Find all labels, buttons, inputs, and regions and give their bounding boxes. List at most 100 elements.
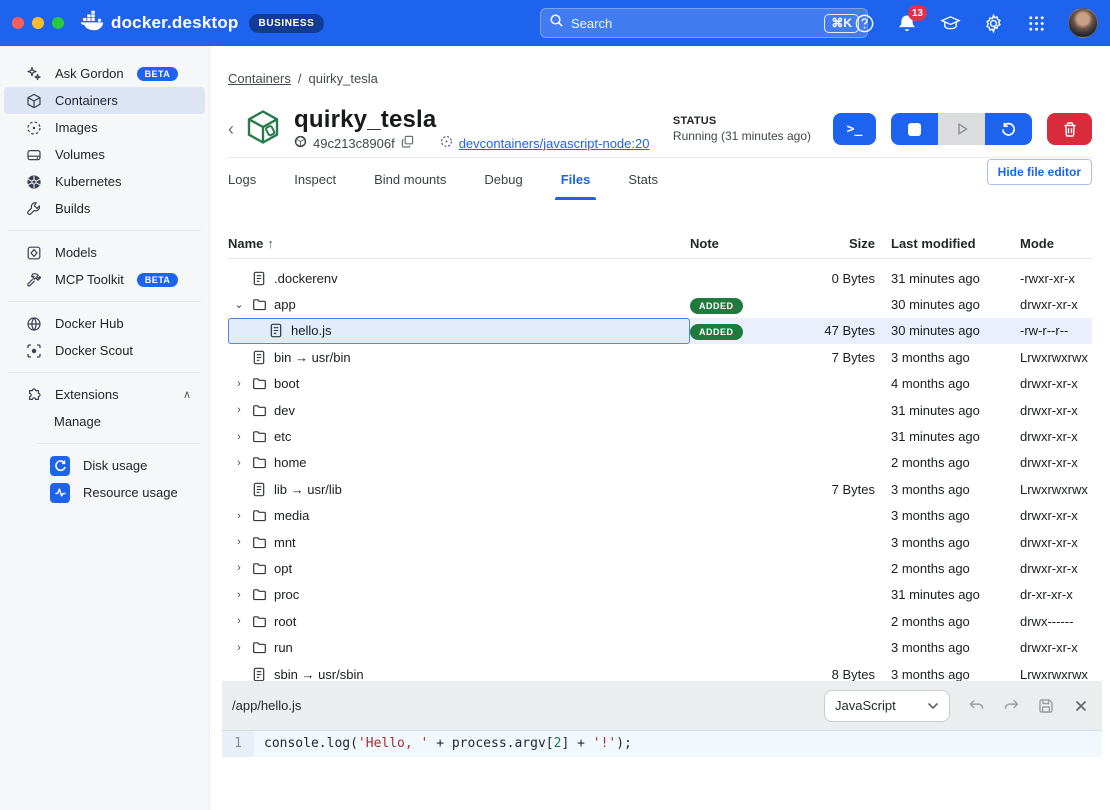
sidebar-item-ask-gordon[interactable]: Ask Gordon BETA	[4, 60, 205, 87]
sidebar-item-builds[interactable]: Builds	[4, 195, 205, 222]
user-avatar[interactable]	[1068, 8, 1098, 38]
modified-cell: 4 months ago	[875, 376, 1004, 391]
language-select[interactable]: JavaScript	[824, 690, 950, 722]
expand-chevron-icon[interactable]: ›⌄	[234, 562, 244, 574]
sidebar-item-extensions[interactable]: Extensions ∧	[4, 381, 205, 408]
expand-chevron-icon[interactable]: ›⌄	[234, 404, 244, 416]
stop-button[interactable]	[891, 113, 938, 145]
file-icon	[251, 481, 267, 497]
file-row[interactable]: ›⌄ mnt 3 months ago drwxr-xr-x	[228, 529, 1092, 555]
notifications-bell-icon[interactable]: 13	[896, 12, 918, 34]
breadcrumb-current: quirky_tesla	[309, 71, 378, 86]
docker-logo: docker.desktop	[80, 10, 239, 37]
file-row[interactable]: ›⌄ media 3 months ago drwxr-xr-x	[228, 503, 1092, 529]
copy-icon[interactable]	[401, 135, 414, 151]
mode-cell: drwxr-xr-x	[1004, 640, 1092, 655]
image-link[interactable]: devcontainers/javascript-node:20	[459, 136, 650, 151]
breadcrumb-containers-link[interactable]: Containers	[228, 71, 291, 86]
column-header-note[interactable]: Note	[690, 236, 785, 251]
expand-chevron-icon[interactable]: ›⌄	[234, 457, 244, 469]
tab[interactable]: Files	[561, 158, 591, 200]
modified-cell: 3 months ago	[875, 667, 1004, 682]
tab[interactable]: Bind mounts	[374, 158, 446, 200]
file-row[interactable]: ›⌄ boot 4 months ago drwxr-xr-x	[228, 371, 1092, 397]
editor-header: /app/hello.js JavaScript	[222, 681, 1102, 731]
apps-grid-icon[interactable]	[1025, 12, 1047, 34]
sidebar-item-label: Models	[55, 245, 97, 260]
file-row[interactable]: ›⌄ .dockerenv 0 Bytes 31 minutes ago -rw…	[228, 265, 1092, 291]
minimize-window-button[interactable]	[32, 17, 44, 29]
modified-cell: 31 minutes ago	[875, 587, 1004, 602]
sidebar-item-disk-usage[interactable]: Disk usage	[4, 452, 205, 479]
tab[interactable]: Logs	[228, 158, 256, 200]
file-row[interactable]: ›⌄ sbin → usr/sbin 8 Bytes 3 months ago …	[228, 661, 1092, 682]
file-row[interactable]: ›⌄ home 2 months ago drwxr-xr-x	[228, 450, 1092, 476]
expand-chevron-icon[interactable]: ›⌄	[234, 615, 244, 627]
expand-chevron-icon[interactable]: ›⌄	[234, 510, 244, 522]
sidebar-item-label: Containers	[55, 93, 118, 108]
expand-chevron-icon[interactable]: ›⌄	[234, 431, 244, 443]
sidebar-item-docker-scout[interactable]: Docker Scout	[4, 337, 205, 364]
delete-button[interactable]	[1047, 113, 1092, 145]
file-row[interactable]: ›⌄ lib → usr/lib 7 Bytes 3 months ago Lr…	[228, 476, 1092, 502]
sidebar-item-resource-usage[interactable]: Resource usage	[4, 479, 205, 506]
tab[interactable]: Inspect	[294, 158, 336, 200]
search-input[interactable]: Search ⌘K	[540, 8, 868, 38]
file-row[interactable]: ›⌄ bin → usr/bin 7 Bytes 3 months ago Lr…	[228, 344, 1092, 370]
redo-button[interactable]	[1002, 697, 1020, 715]
file-editor-panel: /app/hello.js JavaScript 1 console.log('…	[222, 681, 1102, 757]
kubernetes-helm-icon	[25, 173, 42, 190]
expand-chevron-icon[interactable]: ›⌄	[234, 589, 244, 601]
file-row[interactable]: ›⌄ dev 31 minutes ago drwxr-xr-x	[228, 397, 1092, 423]
package-updates-icon[interactable]	[939, 12, 961, 34]
tab[interactable]: Debug	[484, 158, 522, 200]
sidebar-item-images[interactable]: Images	[4, 114, 205, 141]
sidebar-item-containers[interactable]: Containers	[4, 87, 205, 114]
save-button[interactable]	[1037, 697, 1055, 715]
column-header-mode[interactable]: Mode	[1004, 236, 1092, 251]
expand-chevron-icon[interactable]: ›⌄	[234, 378, 244, 390]
start-button-disabled[interactable]	[938, 113, 985, 145]
container-meta: 49c213c8906f devcontainers/javascript-no…	[294, 135, 649, 151]
expand-chevron-icon[interactable]: ›⌄	[234, 536, 244, 548]
file-name-cell: ›⌄ boot	[228, 371, 690, 397]
modified-cell: 31 minutes ago	[875, 429, 1004, 444]
tab[interactable]: Stats	[628, 158, 658, 200]
expand-chevron-icon[interactable]: ›⌄	[234, 642, 244, 654]
tab-label: Inspect	[294, 172, 336, 187]
file-row[interactable]: ›⌄ hello.js ADDED 47 Bytes 30 minutes ag…	[228, 318, 1092, 344]
settings-gear-icon[interactable]	[982, 12, 1004, 34]
restart-icon	[1000, 121, 1017, 138]
hide-file-editor-button[interactable]: Hide file editor	[987, 159, 1092, 185]
code-editor[interactable]: 1 console.log('Hello, ' + process.argv[2…	[222, 731, 1102, 757]
open-terminal-button[interactable]: >_	[833, 113, 876, 145]
close-editor-icon[interactable]	[1072, 697, 1090, 715]
column-header-name[interactable]: Name↑	[228, 236, 690, 251]
column-header-modified[interactable]: Last modified	[875, 236, 1004, 251]
help-icon[interactable]	[853, 12, 875, 34]
sidebar-item-kubernetes[interactable]: Kubernetes	[4, 168, 205, 195]
file-row[interactable]: ›⌄ root 2 months ago drwx------	[228, 608, 1092, 634]
file-row[interactable]: ›⌄ run 3 months ago drwxr-xr-x	[228, 634, 1092, 660]
sidebar-item-models[interactable]: Models	[4, 239, 205, 266]
back-chevron-icon[interactable]: ‹	[228, 120, 234, 138]
search-icon	[549, 13, 564, 33]
sidebar-item-volumes[interactable]: Volumes	[4, 141, 205, 168]
expand-chevron-icon[interactable]: ›⌄	[234, 298, 244, 311]
sidebar-item-mcp-toolkit[interactable]: MCP Toolkit BETA	[4, 266, 205, 293]
column-header-size[interactable]: Size	[785, 236, 875, 251]
status-value: Running (31 minutes ago)	[673, 129, 811, 143]
close-window-button[interactable]	[12, 17, 24, 29]
maximize-window-button[interactable]	[52, 17, 64, 29]
sidebar-item-docker-hub[interactable]: Docker Hub	[4, 310, 205, 337]
tab-label: Logs	[228, 172, 256, 187]
file-row[interactable]: ›⌄ etc 31 minutes ago drwxr-xr-x	[228, 423, 1092, 449]
undo-button[interactable]	[967, 697, 985, 715]
file-row[interactable]: ›⌄ app ADDED 30 minutes ago drwxr-xr-x	[228, 291, 1092, 317]
restart-button[interactable]	[985, 113, 1032, 145]
sort-ascending-icon: ↑	[267, 236, 274, 251]
sidebar-item-manage-extensions[interactable]: Manage	[4, 408, 205, 435]
file-row[interactable]: ›⌄ proc 31 minutes ago dr-xr-xr-x	[228, 582, 1092, 608]
lifecycle-button-group	[891, 113, 1032, 145]
file-row[interactable]: ›⌄ opt 2 months ago drwxr-xr-x	[228, 555, 1092, 581]
